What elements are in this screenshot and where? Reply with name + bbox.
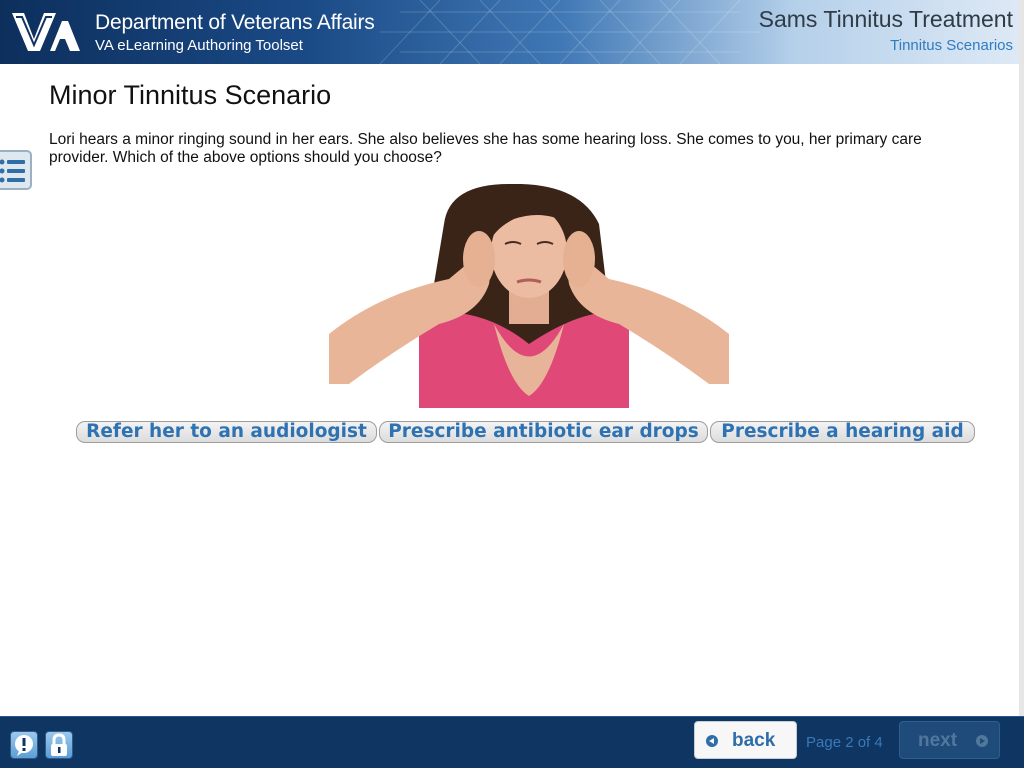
org-subtitle: VA eLearning Authoring Toolset (95, 37, 303, 54)
org-title: Department of Veterans Affairs (95, 11, 375, 34)
scenario-prompt: Lori hears a minor ringing sound in her … (49, 131, 922, 166)
choice-hearing-aid-button[interactable]: Prescribe a hearing aid (710, 421, 975, 443)
lock-button[interactable] (45, 731, 73, 759)
section-title: Tinnitus Scenarios (890, 37, 1013, 54)
page-indicator: Page 2 of 4 (806, 734, 883, 751)
next-label: next (918, 730, 958, 751)
lock-icon (51, 733, 67, 756)
header-banner: Department of Veterans Affairs VA eLearn… (0, 0, 1019, 64)
menu-toggle-button[interactable] (0, 150, 32, 190)
help-button[interactable] (10, 731, 38, 759)
list-icon (0, 159, 25, 183)
woman-covering-ears-photo (329, 184, 729, 408)
next-button[interactable]: next (899, 721, 1000, 759)
page-title: Minor Tinnitus Scenario (49, 80, 332, 110)
course-title: Sams Tinnitus Treatment (758, 6, 1013, 32)
back-button[interactable]: back (694, 721, 797, 759)
va-logo (12, 13, 80, 51)
footer-bar: back Page 2 of 4 next (0, 716, 1024, 768)
next-arrow-icon (976, 735, 988, 747)
exclamation-bubble-icon (15, 735, 33, 756)
back-label: back (732, 730, 776, 751)
choice-antibiotic-drops-button[interactable]: Prescribe antibiotic ear drops (379, 421, 708, 443)
window-right-edge (1019, 0, 1024, 768)
choice-refer-audiologist-button[interactable]: Refer her to an audiologist (76, 421, 377, 443)
back-arrow-icon (706, 735, 718, 747)
